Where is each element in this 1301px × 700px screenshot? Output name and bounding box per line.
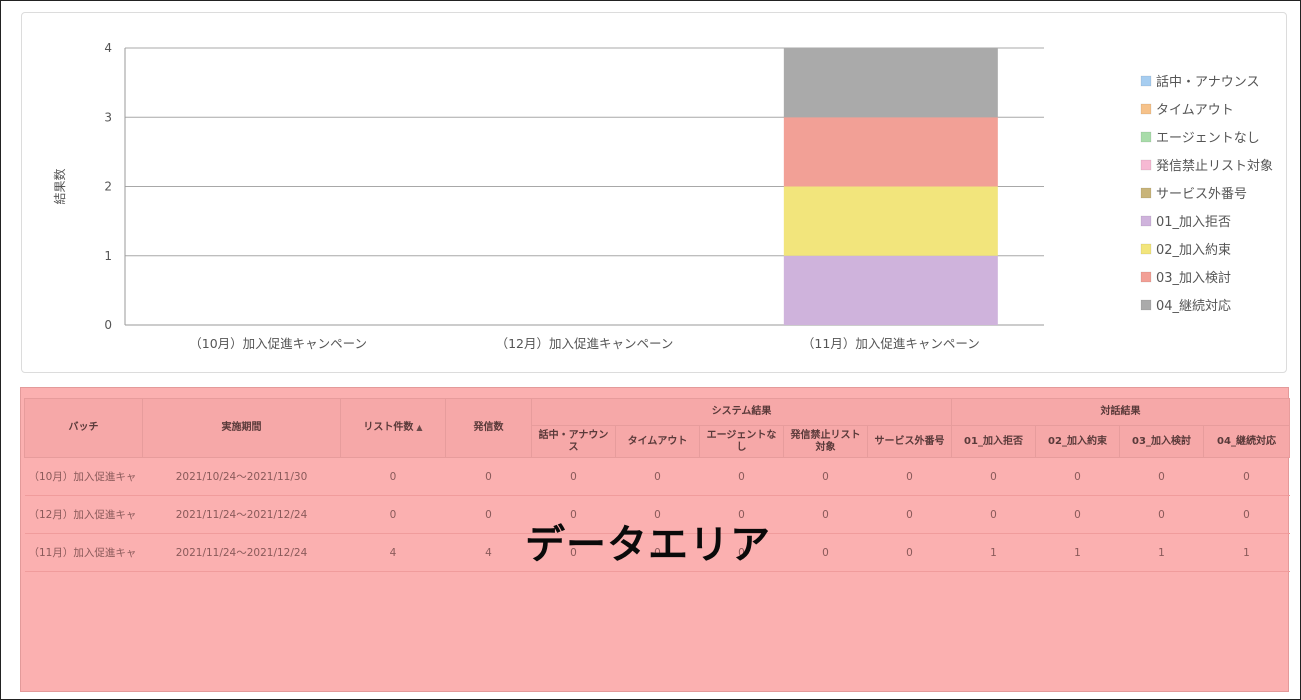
stacked-bar-chart: 0 1 2 3 4 結果数 （10月）加入促進キャンペーン （12月）加入促進キャンペーン （1… — [52, 41, 1273, 351]
bar-segment — [783, 117, 998, 187]
cell-period: 2021/10/24～2021/11/30 — [142, 457, 341, 496]
data-area-label: データエリア — [525, 522, 771, 568]
cell-system-value: 0 — [867, 533, 952, 572]
cell-list-count: 0 — [340, 457, 446, 496]
legend-swatch — [1140, 243, 1152, 255]
legend-swatch — [1140, 187, 1152, 199]
header-system-col[interactable]: サービス外番号 — [866, 425, 953, 458]
cell-batch: （12月）加入促進キャ — [24, 495, 143, 534]
cell-dialog-value: 1 — [1203, 533, 1290, 572]
cell-dialog-value: 0 — [1035, 495, 1120, 534]
cell-dialog-value: 0 — [1119, 495, 1204, 534]
cell-list-count: 0 — [340, 495, 446, 534]
header-system-col[interactable]: 話中・アナウンス — [531, 425, 616, 458]
cell-system-value: 0 — [867, 457, 952, 496]
header-system-group: システム結果 — [530, 398, 953, 426]
chart-panel: 0 1 2 3 4 結果数 （10月）加入促進キャンペーン （12月）加入促進キャンペーン （1… — [21, 12, 1287, 373]
cell-dialog-value: 0 — [1035, 457, 1120, 496]
header-period[interactable]: 実施期間 — [142, 398, 341, 458]
cell-system-value: 0 — [867, 495, 952, 534]
cell-list-count: 4 — [340, 533, 446, 572]
cell-period: 2021/11/24～2021/12/24 — [142, 495, 341, 534]
header-dialog-col[interactable]: 03_加入検討 — [1119, 425, 1205, 458]
legend-label: 04_継続対応 — [1156, 299, 1231, 314]
y-tick-label: 4 — [104, 41, 112, 55]
bar-segment — [783, 48, 998, 118]
bar-segment — [783, 255, 998, 325]
legend-swatch — [1140, 215, 1152, 227]
cell-dialog-value: 0 — [1203, 457, 1290, 496]
cell-system-value: 0 — [699, 457, 784, 496]
cell-dialog-value: 0 — [951, 457, 1036, 496]
cell-dialog-value: 0 — [1119, 457, 1204, 496]
x-tick-label: （11月）加入促進キャンペーン — [802, 336, 980, 351]
header-call-count[interactable]: 発信数 — [445, 398, 532, 458]
cell-period: 2021/11/24～2021/12/24 — [142, 533, 341, 572]
legend-swatch — [1140, 75, 1152, 87]
table-row[interactable]: （10月）加入促進キャ 2021/10/24～2021/11/30 0 0 0 0 0 0 0 0… — [24, 457, 1290, 496]
header-dialog-col[interactable]: 04_継続対応 — [1203, 425, 1291, 458]
cell-dialog-value: 0 — [1203, 495, 1290, 534]
legend-label: 02_加入約束 — [1156, 243, 1231, 258]
cell-call-count: 0 — [445, 457, 532, 496]
x-tick-label: （10月）加入促進キャンペーン — [189, 336, 367, 351]
cell-dialog-value: 1 — [1035, 533, 1120, 572]
header-dialog-col[interactable]: 01_加入拒否 — [951, 425, 1037, 458]
y-tick-label: 2 — [104, 180, 112, 194]
cell-call-count: 0 — [445, 495, 532, 534]
header-list-count-label: リスト件数 — [363, 422, 414, 433]
legend-swatch — [1140, 131, 1152, 143]
legend-label: タイムアウト — [1156, 103, 1234, 118]
legend-swatch — [1140, 103, 1152, 115]
cell-system-value: 0 — [783, 533, 868, 572]
cell-system-value: 0 — [615, 457, 700, 496]
cell-system-value: 0 — [783, 495, 868, 534]
legend-label: 01_加入拒否 — [1156, 215, 1231, 230]
header-batch[interactable]: バッチ — [24, 398, 143, 458]
x-tick-label: （12月）加入促進キャンペーン — [496, 336, 674, 351]
legend-label: 発信禁止リスト対象 — [1156, 159, 1273, 174]
y-tick-label: 1 — [104, 249, 112, 263]
cell-batch: （11月）加入促進キャ — [24, 533, 143, 572]
legend-swatch — [1140, 299, 1152, 311]
legend-swatch — [1140, 271, 1152, 283]
header-system-col[interactable]: 発信禁止リスト対象 — [783, 425, 868, 458]
header-dialog-group: 対話結果 — [951, 398, 1291, 426]
cell-system-value: 0 — [531, 457, 616, 496]
cell-system-value: 0 — [783, 457, 868, 496]
legend-label: 話中・アナウンス — [1156, 74, 1259, 90]
y-tick-label: 0 — [104, 318, 112, 332]
y-tick-label: 3 — [104, 110, 112, 124]
cell-call-count: 4 — [445, 533, 532, 572]
cell-dialog-value: 1 — [1119, 533, 1204, 572]
header-list-count[interactable]: リスト件数 ▲ — [340, 398, 446, 458]
bar-segment — [783, 186, 998, 256]
cell-dialog-value: 1 — [951, 533, 1036, 572]
cell-dialog-value: 0 — [951, 495, 1036, 534]
legend-label: エージェントなし — [1156, 131, 1260, 146]
cell-batch: （10月）加入促進キャ — [24, 457, 143, 496]
legend-label: 03_加入検討 — [1156, 270, 1231, 286]
header-system-col[interactable]: タイムアウト — [615, 425, 700, 458]
y-axis-label: 結果数 — [52, 168, 67, 204]
header-system-col[interactable]: エージェントなし — [699, 425, 784, 458]
header-dialog-col[interactable]: 02_加入約束 — [1035, 425, 1121, 458]
legend-label: サービス外番号 — [1156, 187, 1247, 202]
sort-asc-icon: ▲ — [416, 423, 423, 432]
legend-swatch — [1140, 159, 1152, 171]
